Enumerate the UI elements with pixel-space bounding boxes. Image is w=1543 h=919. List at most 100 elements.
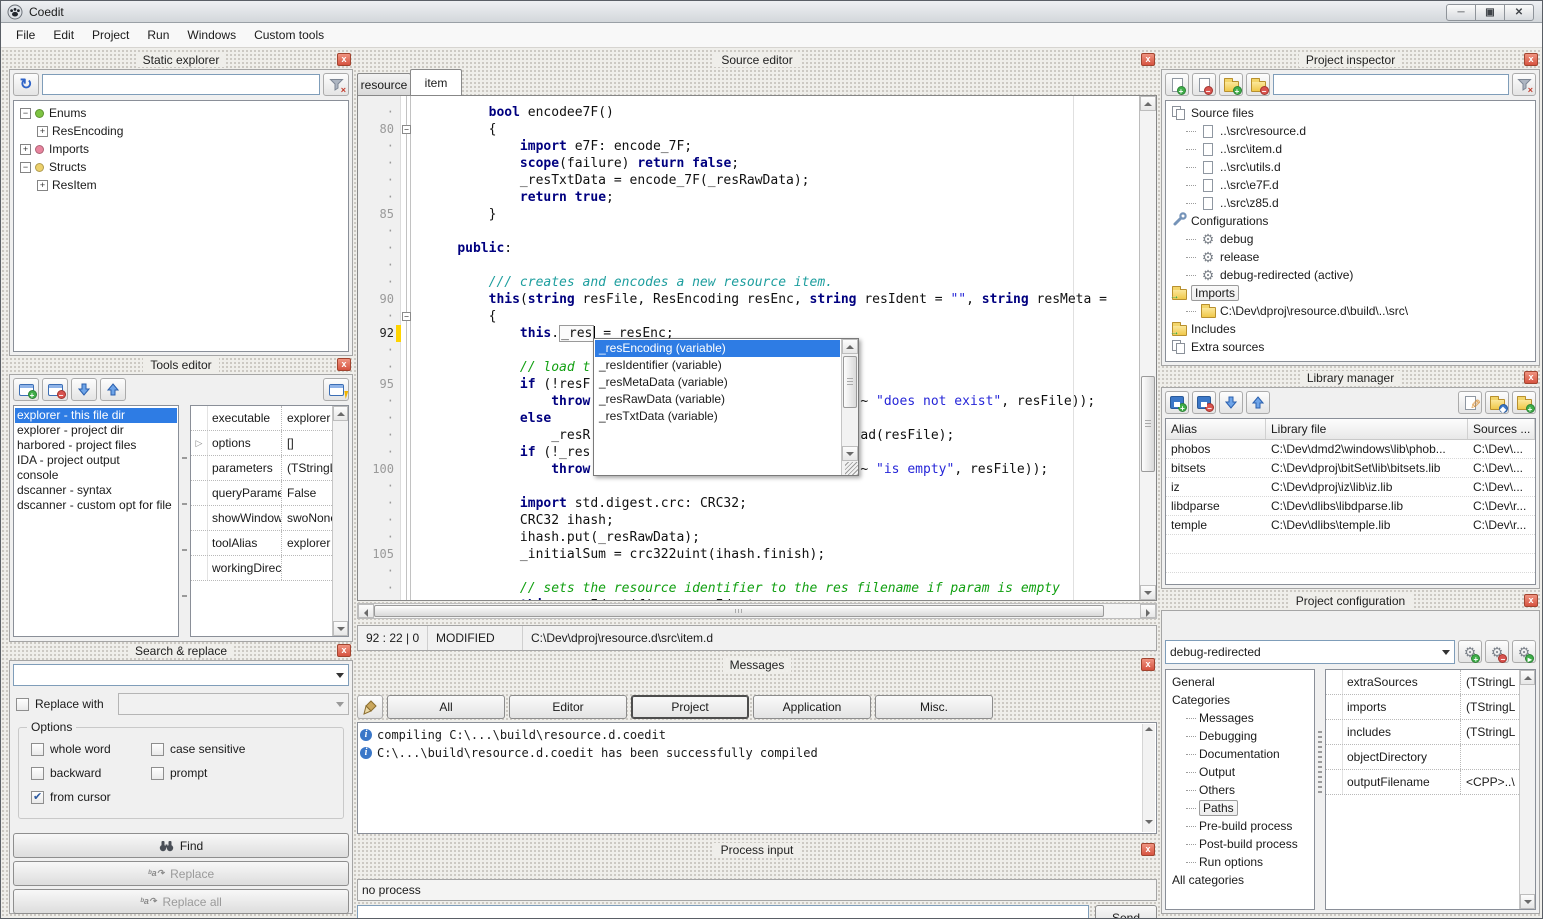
send-button[interactable]: Send	[1095, 905, 1157, 919]
tree-item[interactable]: +ResItem	[16, 176, 346, 194]
message-row[interactable]: iC:\...\build\resource.d.coedit has been…	[360, 744, 1154, 762]
code-line[interactable]: · /// creates and encodes a new resource…	[358, 274, 1139, 291]
completion-scrollbar[interactable]	[841, 339, 858, 475]
replace-term-combobox[interactable]	[118, 693, 349, 715]
code-line[interactable]: ·	[358, 563, 1139, 580]
expander-icon[interactable]: +	[37, 180, 48, 191]
filter-button-application[interactable]: Application	[753, 695, 871, 719]
prop-row[interactable]: workingDirect	[191, 556, 332, 581]
scroll-right-icon[interactable]	[1140, 604, 1156, 618]
fold-column[interactable]	[401, 376, 416, 393]
prop-value[interactable]: explorer	[282, 531, 332, 555]
inspector-filter-button[interactable]: ×	[1512, 73, 1536, 96]
remove-library-button[interactable]: −	[1192, 391, 1216, 414]
completion-item[interactable]: _resMetaData (variable)	[595, 374, 840, 391]
column-header[interactable]: Sources ...	[1468, 419, 1535, 439]
completion-item[interactable]: _resTxtData (variable)	[595, 408, 840, 425]
prop-row[interactable]: outputFilename<CPP>..\	[1326, 770, 1519, 795]
code-line[interactable]: ·	[358, 478, 1139, 495]
scroll-down-icon[interactable]	[1520, 894, 1535, 909]
prop-value[interactable]: (TStringL	[1461, 695, 1519, 719]
category-item[interactable]: Categories	[1168, 691, 1312, 709]
menu-run[interactable]: Run	[138, 25, 178, 45]
fold-column[interactable]	[401, 580, 416, 597]
fold-column[interactable]	[401, 546, 416, 563]
code-line[interactable]: · import e7F: encode_7F;	[358, 138, 1139, 155]
scroll-up-icon[interactable]	[333, 406, 348, 421]
filter-button-editor[interactable]: Editor	[509, 695, 627, 719]
category-item[interactable]: Pre-build process	[1168, 817, 1312, 835]
list-item[interactable]: IDA - project output	[15, 453, 177, 468]
fold-column[interactable]	[401, 206, 416, 223]
prop-row[interactable]: toolAliasexplorer	[191, 531, 332, 556]
prop-value[interactable]: False	[282, 481, 332, 505]
category-item[interactable]: Messages	[1168, 709, 1312, 727]
list-item[interactable]: harbored - project files	[15, 438, 177, 453]
prompt-checkbox[interactable]	[151, 767, 164, 780]
fold-column[interactable]	[401, 563, 416, 580]
minimize-button[interactable]: ─	[1446, 4, 1476, 21]
add-library-folder-button[interactable]: +	[1512, 391, 1536, 414]
fold-column[interactable]: −	[401, 308, 416, 325]
process-input-field[interactable]	[357, 905, 1089, 919]
category-item[interactable]: Paths	[1168, 799, 1312, 817]
code-line[interactable]: ·− {	[358, 308, 1139, 325]
tab-resource[interactable]: resource	[357, 73, 411, 95]
code-line[interactable]: 80− {	[358, 121, 1139, 138]
tree-item[interactable]: +Imports	[16, 140, 346, 158]
code-line[interactable]: · scope(failure) return false;	[358, 155, 1139, 172]
tree-item[interactable]: ⚙debug-redirected (active)	[1168, 266, 1533, 284]
prop-row[interactable]: imports(TStringL	[1326, 695, 1519, 720]
code-line[interactable]: 90 this(string resFile, ResEncoding resE…	[358, 291, 1139, 308]
menu-edit[interactable]: Edit	[44, 25, 83, 45]
tree-item[interactable]: ..\src\e7F.d	[1168, 176, 1533, 194]
code-line[interactable]: · CRC32 ihash;	[358, 512, 1139, 529]
whole-word-checkbox[interactable]	[31, 743, 44, 756]
scroll-left-icon[interactable]	[358, 604, 374, 618]
scroll-up-icon[interactable]	[842, 339, 858, 354]
code-line[interactable]: 105 _initialSum = crc322uint(ihash.finis…	[358, 546, 1139, 563]
editor-horizontal-scrollbar[interactable]	[357, 603, 1157, 619]
filter-button-all[interactable]: All	[387, 695, 505, 719]
backward-checkbox[interactable]	[31, 767, 44, 780]
fold-column[interactable]	[401, 359, 416, 376]
scroll-down-icon[interactable]	[842, 446, 858, 461]
configuration-splitter[interactable]	[1318, 731, 1322, 793]
list-item[interactable]: dscanner - custom opt for file	[15, 498, 177, 513]
fold-column[interactable]	[401, 104, 416, 121]
code-line[interactable]: ·	[358, 257, 1139, 274]
prop-value[interactable]: (TStringL	[1461, 670, 1519, 694]
prop-value[interactable]: <CPP>..\	[1461, 770, 1519, 794]
move-library-down-button[interactable]	[1219, 391, 1243, 414]
fold-column[interactable]	[401, 495, 416, 512]
filter-button-misc[interactable]: Misc.	[875, 695, 993, 719]
remove-tool-button[interactable]: −	[42, 378, 68, 401]
close-panel-icon[interactable]: x	[1524, 371, 1538, 384]
table-row[interactable]: bitsetsC:\Dev\dproj\bitSet\lib\bitsets.l…	[1166, 459, 1535, 478]
close-button[interactable]: ✕	[1504, 4, 1534, 21]
symbol-filter-input[interactable]	[42, 74, 320, 95]
fold-column[interactable]	[401, 342, 416, 359]
expander-icon[interactable]: +	[20, 144, 31, 155]
move-tool-up-button[interactable]	[100, 378, 126, 401]
fold-column[interactable]	[401, 529, 416, 546]
list-item[interactable]: explorer - project dir	[15, 423, 177, 438]
editor-vertical-scrollbar[interactable]	[1139, 96, 1156, 600]
prop-value[interactable]: (TStringL	[1461, 720, 1519, 744]
fold-collapse-icon[interactable]: −	[402, 125, 411, 134]
inspector-filter-input[interactable]	[1273, 74, 1509, 95]
close-panel-icon[interactable]: x	[1524, 594, 1538, 607]
move-tool-down-button[interactable]	[71, 378, 97, 401]
category-item[interactable]: All categories	[1168, 871, 1312, 889]
fold-column[interactable]	[401, 223, 416, 240]
tree-item[interactable]: ..\src\z85.d	[1168, 194, 1533, 212]
combo-dropdown-icon[interactable]	[1437, 641, 1454, 663]
fold-column[interactable]	[401, 155, 416, 172]
column-header[interactable]: Library file	[1266, 419, 1468, 439]
fold-column[interactable]	[401, 240, 416, 257]
find-button[interactable]: Find	[13, 833, 349, 858]
add-library-button[interactable]: +	[1165, 391, 1189, 414]
table-row[interactable]: phobosC:\Dev\dmd2\windows\lib\phob...C:\…	[1166, 440, 1535, 459]
menu-project[interactable]: Project	[83, 25, 138, 45]
expander-icon[interactable]: +	[37, 126, 48, 137]
